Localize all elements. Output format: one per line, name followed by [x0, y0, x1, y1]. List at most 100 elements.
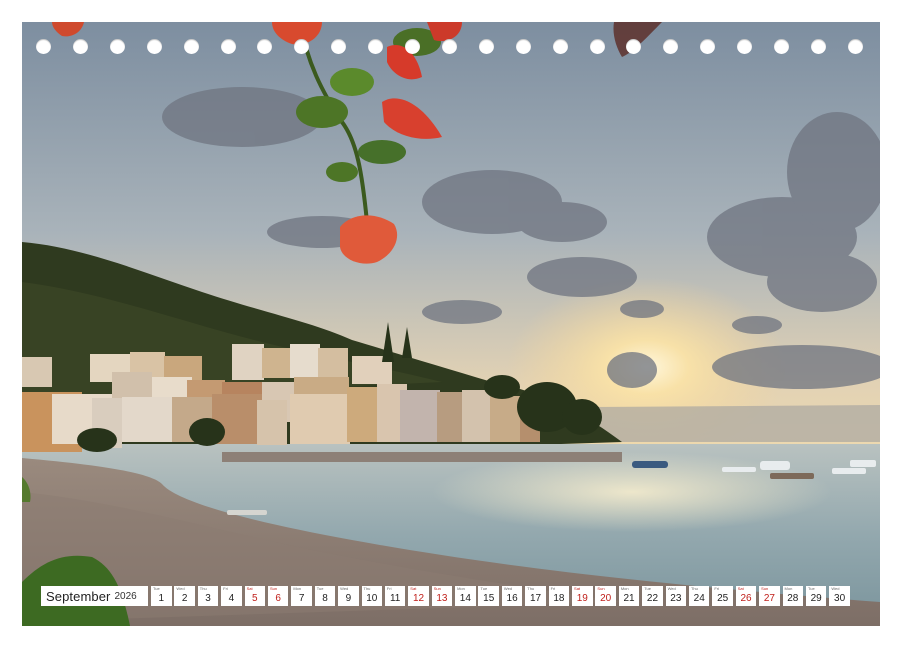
day-of-week: Tue — [480, 586, 488, 591]
day-cell: Tue 22 — [642, 586, 663, 606]
day-number: 6 — [275, 593, 281, 604]
day-cell: Thu 17 — [525, 586, 546, 606]
day-number: 9 — [345, 593, 352, 604]
day-cell: Thu 24 — [688, 586, 710, 606]
binding-hole — [552, 39, 568, 54]
binding-hole — [146, 39, 162, 54]
binding-hole — [663, 39, 679, 54]
binding-hole — [737, 39, 753, 54]
day-number: 19 — [576, 593, 588, 604]
binding-hole — [36, 39, 51, 54]
day-cell: Sun 6 — [267, 586, 289, 606]
day-cell: Sat 26 — [735, 586, 757, 606]
day-cell: Tue 29 — [805, 586, 827, 606]
day-number: 14 — [459, 593, 471, 604]
month-label: September 2026 — [41, 586, 148, 606]
binding-hole — [478, 39, 494, 54]
day-number: 18 — [553, 593, 565, 604]
day-number: 15 — [483, 593, 495, 604]
day-number: 23 — [670, 593, 682, 604]
day-of-week: Sun — [433, 586, 441, 591]
day-number: 12 — [412, 593, 425, 604]
day-cell: Fri 4 — [221, 586, 242, 606]
day-cell: Thu 3 — [197, 586, 219, 606]
day-cell: Mon 28 — [782, 586, 804, 606]
day-number: 10 — [366, 593, 378, 604]
day-cell: Mon 21 — [618, 586, 640, 606]
binding-hole — [368, 39, 384, 54]
binding-hole — [257, 39, 273, 54]
day-cell: Tue 8 — [314, 586, 336, 606]
day-number: 27 — [763, 593, 775, 604]
day-cell: Sun 20 — [595, 586, 616, 606]
day-of-week: Thu — [690, 586, 698, 591]
day-of-week: Thu — [199, 586, 207, 591]
day-of-week: Tue — [644, 586, 651, 591]
day-number: 11 — [389, 593, 401, 604]
day-number: 30 — [834, 593, 846, 604]
day-of-week: Wed — [176, 586, 185, 591]
binding-hole — [294, 39, 310, 54]
day-cell: Sat 5 — [244, 586, 266, 606]
day-number: 1 — [158, 593, 165, 604]
calendar-page: September 2026 Tue 1 Wed 2 Thu 3 Fri 4 Sat 5 Sun 6 M… — [0, 0, 902, 648]
binding-hole — [109, 39, 125, 54]
day-of-week: Thu — [363, 586, 371, 591]
day-cell: Wed 9 — [338, 586, 359, 606]
day-of-week: Fri — [550, 586, 556, 591]
day-cell: Sun 27 — [759, 586, 780, 606]
day-number: 17 — [529, 593, 542, 604]
binding-hole — [515, 39, 531, 54]
day-number: 7 — [298, 593, 305, 604]
day-of-week: Tue — [153, 586, 160, 591]
day-number: 21 — [623, 593, 635, 604]
day-number: 5 — [252, 593, 258, 604]
year: 2026 — [114, 590, 137, 602]
day-cell: Tue 15 — [478, 586, 499, 606]
day-of-week: Sat — [737, 586, 744, 591]
day-of-week: Wed — [340, 586, 349, 591]
day-cell: Fri 18 — [548, 586, 570, 606]
day-number: 24 — [693, 593, 705, 604]
day-of-week: Fri — [714, 586, 720, 591]
day-number: 29 — [810, 593, 822, 604]
day-cell: Wed 23 — [665, 586, 687, 606]
day-of-week: Fri — [386, 586, 392, 591]
binding-hole — [589, 39, 605, 54]
day-of-week: Sat — [410, 586, 417, 591]
binding-hole — [183, 39, 199, 54]
photo-illustration — [22, 22, 880, 626]
day-cell: Tue 1 — [151, 586, 172, 606]
binding-hole — [441, 39, 457, 54]
day-cell: Wed 30 — [829, 586, 850, 606]
day-number: 8 — [322, 593, 328, 604]
day-of-week: Wed — [831, 586, 840, 591]
day-cell: Sun 13 — [431, 586, 453, 606]
day-cell: Mon 14 — [455, 586, 476, 606]
binding-hole — [810, 39, 826, 54]
day-cell: Sat 12 — [408, 586, 429, 606]
day-of-week: Sat — [246, 586, 253, 591]
day-cell: Mon 7 — [291, 586, 312, 606]
binding-hole — [220, 39, 236, 54]
binding-hole — [72, 39, 88, 54]
day-cell: Sat 19 — [572, 586, 593, 606]
binding-holes — [36, 39, 866, 57]
day-number: 26 — [740, 593, 752, 604]
day-of-week: Mon — [784, 586, 793, 591]
day-of-week: Mon — [457, 586, 465, 591]
day-number: 16 — [506, 593, 518, 604]
day-of-week: Wed — [667, 586, 676, 591]
day-number: 13 — [436, 593, 448, 604]
day-of-week: Fri — [223, 586, 228, 591]
day-cell: Thu 10 — [361, 586, 383, 606]
day-of-week: Tue — [316, 586, 324, 591]
day-of-week: Wed — [503, 586, 513, 591]
day-number: 20 — [600, 593, 612, 604]
day-number: 2 — [181, 593, 188, 604]
day-cell: Wed 2 — [174, 586, 195, 606]
day-cell: Fri 25 — [712, 586, 733, 606]
month-name: September — [46, 588, 111, 604]
day-of-week: Mon — [620, 586, 629, 591]
day-cell: Fri 11 — [384, 586, 406, 606]
